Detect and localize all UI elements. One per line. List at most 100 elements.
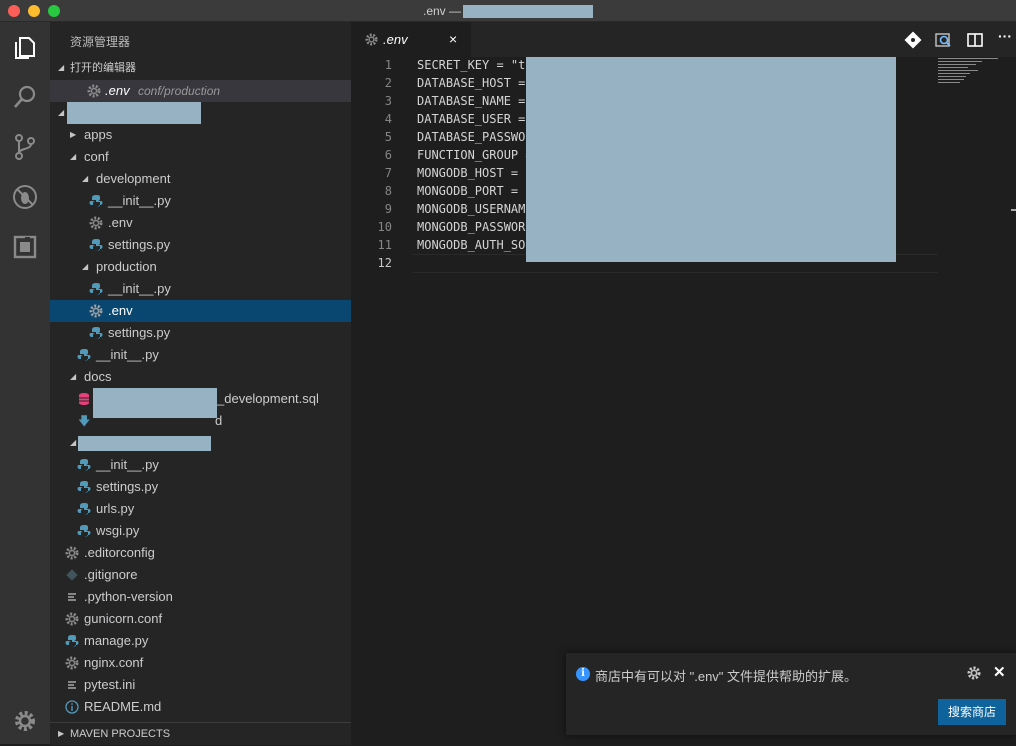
code-line: DATABASE_HOST =	[417, 76, 526, 90]
file-label: README.md	[84, 699, 162, 714]
chevron-down-icon: ◢	[82, 174, 89, 183]
chevron-down-icon: ◢	[58, 63, 65, 72]
open-editor-filename: .env	[105, 83, 130, 98]
file-label: settings.py	[108, 237, 171, 252]
tab-env[interactable]: .env ×	[351, 22, 471, 57]
line-number: 12	[377, 256, 392, 270]
gear-file-icon	[65, 612, 79, 626]
minimap[interactable]	[938, 57, 1008, 87]
file-label: urls.py	[96, 501, 135, 516]
open-editor-item[interactable]: .env conf/production	[50, 80, 351, 102]
file-item[interactable]: urls.py	[50, 498, 351, 520]
split-editor-icon[interactable]	[966, 31, 984, 49]
chevron-down-icon: ◢	[70, 438, 77, 447]
settings-gear-icon[interactable]	[0, 696, 50, 746]
file-item[interactable]: .editorconfig	[50, 542, 351, 564]
code-line: SECRET_KEY = "t	[417, 58, 526, 72]
file-item[interactable]: settings.py	[50, 476, 351, 498]
code-line: MONGODB_AUTH_SO	[417, 238, 526, 252]
extensions-icon[interactable]	[0, 222, 50, 272]
file-item[interactable]: nginx.conf	[50, 652, 351, 674]
chevron-down-icon: ◢	[82, 262, 89, 271]
line-number: 10	[377, 220, 392, 234]
file-item[interactable]: settings.py	[50, 322, 351, 344]
line-number: 6	[384, 148, 392, 162]
open-preview-icon[interactable]	[934, 31, 952, 49]
tab-bar: .env × ···	[351, 22, 1016, 57]
line-number: 8	[384, 184, 392, 198]
activity-bar	[0, 22, 50, 744]
code-line: DATABASE_NAME =	[417, 94, 526, 108]
folder-label: docs	[84, 369, 112, 384]
python-file-icon	[89, 283, 103, 295]
file-label: .env	[108, 303, 133, 318]
file-label: .editorconfig	[84, 545, 155, 560]
code-line: MONGODB_HOST =	[417, 166, 519, 180]
more-actions-icon[interactable]: ···	[998, 28, 1012, 46]
file-item[interactable]: pytest.ini	[50, 674, 351, 696]
maven-projects-label: MAVEN PROJECTS	[70, 728, 171, 740]
folder-label: conf	[84, 149, 109, 164]
git-compare-icon[interactable]	[904, 31, 922, 49]
file-item[interactable]: __init__.py	[50, 454, 351, 476]
line-number: 3	[384, 94, 392, 108]
search-marketplace-button[interactable]: 搜索商店	[938, 699, 1006, 725]
redacted-block	[78, 436, 211, 451]
file-item[interactable]: __init__.py	[50, 190, 351, 212]
file-item[interactable]: settings.py	[50, 234, 351, 256]
close-icon[interactable]: ×	[449, 22, 457, 57]
gear-icon[interactable]	[966, 665, 982, 681]
file-item[interactable]: manage.py	[50, 630, 351, 652]
folder-apps[interactable]: ▶ apps	[50, 124, 351, 146]
chevron-down-icon: ◢	[58, 108, 65, 117]
chevron-down-icon: ◢	[70, 152, 77, 161]
gear-file-icon	[87, 84, 101, 98]
line-number: 2	[384, 76, 392, 90]
info-icon: i	[576, 667, 590, 681]
text-lines-icon	[68, 681, 76, 689]
maven-projects-header[interactable]: ▶ MAVEN PROJECTS	[50, 722, 351, 745]
file-label: wsgi.py	[96, 523, 140, 538]
chevron-down-icon: ◢	[70, 372, 77, 381]
file-item[interactable]: 🡇 d	[50, 402, 351, 432]
explorer-icon[interactable]	[0, 22, 50, 72]
python-file-icon	[89, 239, 103, 251]
folder-label: apps	[84, 127, 113, 142]
file-item[interactable]: wsgi.py	[50, 520, 351, 542]
file-label: .gitignore	[84, 567, 138, 582]
file-item[interactable]: __init__.py	[50, 278, 351, 300]
close-icon[interactable]: ✕	[993, 663, 1006, 681]
redacted-folder[interactable]: ◢	[50, 432, 351, 454]
project-root-folder[interactable]: ◢	[50, 102, 351, 124]
file-item[interactable]: .python-version	[50, 586, 351, 608]
window-title-text: .env —	[422, 4, 461, 18]
line-number: 9	[384, 202, 392, 216]
source-control-icon[interactable]	[0, 122, 50, 172]
open-editors-header[interactable]: ◢ 打开的编辑器	[50, 57, 351, 79]
sidebar-title: 资源管理器	[70, 35, 131, 49]
scrollbar-marker[interactable]	[1011, 209, 1016, 211]
python-file-icon	[89, 327, 103, 339]
file-item[interactable]: gunicorn.conf	[50, 608, 351, 630]
folder-production[interactable]: ◢ production	[50, 256, 351, 278]
download-arrow-icon: 🡇	[78, 414, 91, 428]
gear-file-icon	[365, 33, 378, 46]
search-icon[interactable]	[0, 72, 50, 122]
folder-docs[interactable]: ◢ docs	[50, 366, 351, 388]
file-item[interactable]: .env	[50, 212, 351, 234]
file-item[interactable]: __init__.py	[50, 344, 351, 366]
file-item[interactable]: README.md	[50, 696, 351, 718]
file-label: __init__.py	[108, 281, 171, 296]
debug-icon[interactable]	[0, 172, 50, 222]
info-icon	[65, 700, 79, 714]
code-line: MONGODB_USERNAM	[417, 202, 526, 216]
redacted-block	[93, 402, 217, 418]
python-file-icon	[77, 481, 91, 493]
folder-conf[interactable]: ◢ conf	[50, 146, 351, 168]
redacted-block	[67, 102, 201, 124]
file-item[interactable]: .gitignore	[50, 564, 351, 586]
python-file-icon	[65, 635, 79, 647]
file-item-selected[interactable]: .env	[50, 300, 351, 322]
code-line: MONGODB_PASSWOR	[417, 220, 526, 234]
folder-development[interactable]: ◢ development	[50, 168, 351, 190]
